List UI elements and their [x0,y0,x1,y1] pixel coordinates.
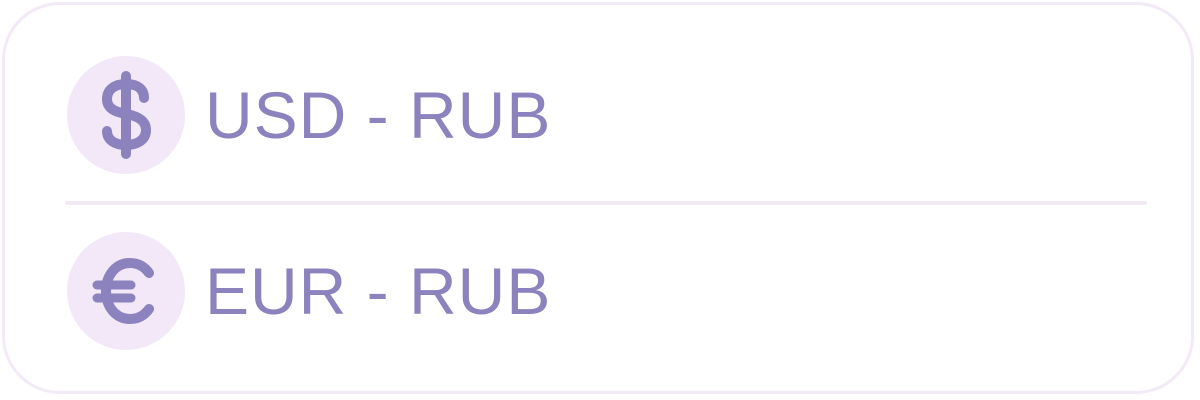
dollar-sign-glyph [101,71,152,159]
currency-pair-label: EUR - RUB [205,254,552,328]
euro-sign-glyph [92,257,154,325]
currency-pair-usd-rub[interactable]: USD - RUB [67,56,551,174]
currency-pair-label: USD - RUB [205,78,552,152]
currency-pair-list: USD - RUB EUR - RUB [2,2,1194,394]
divider [65,201,1147,205]
euro-icon [67,232,185,350]
dollar-icon [67,56,185,174]
currency-pair-eur-rub[interactable]: EUR - RUB [67,232,551,350]
